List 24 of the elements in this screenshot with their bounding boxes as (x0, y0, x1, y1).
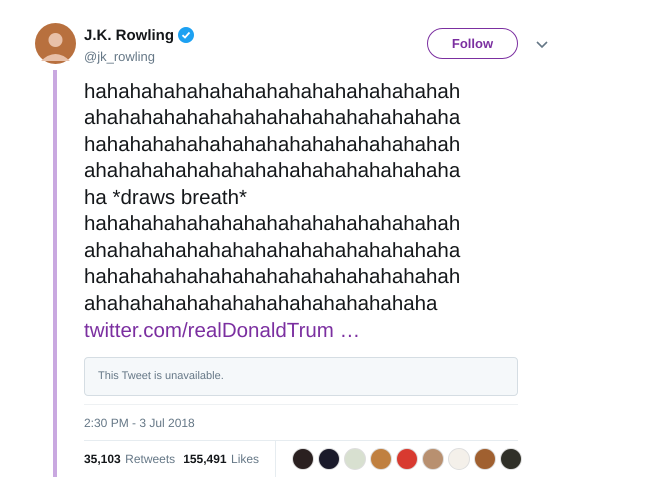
tweet-text-line: ahahahahahahahahahahahahahahahaha (84, 238, 460, 262)
tweet-text-line: ahahahahahahahahahahahahahahahaha (84, 159, 460, 182)
stat-count[interactable]: 155,491 (183, 452, 227, 466)
tweet-link[interactable]: twitter.com/realDonaldTrum … (84, 319, 360, 342)
stat-label[interactable]: Retweets (125, 452, 176, 466)
tweet-text-line: hahahahahahahahahahahahahahahahah (84, 132, 460, 156)
liker-avatar[interactable] (500, 448, 522, 470)
tweet-text-line: hahahahahahahahahahahahahahahahah (84, 212, 460, 235)
tweet-text-line: ha *draws breath* (84, 186, 247, 208)
chevron-icon[interactable] (536, 41, 548, 49)
author-name[interactable]: J.K. Rowling (84, 26, 174, 46)
tweet-text-line: hahahahahahahahahahahahahahahahah (84, 265, 460, 288)
follow-button[interactable]: Follow (427, 28, 518, 59)
liker-avatar[interactable] (318, 448, 340, 470)
author-handle[interactable]: @jk_rowling (84, 47, 427, 66)
timestamp[interactable]: 2:30 PM - 3 Jul 2018 (84, 416, 195, 430)
stat-count[interactable]: 35,103 (84, 452, 121, 466)
tweet-text-line: ahahahahahahahahahahahahahahahaha (84, 106, 460, 129)
tweet-text-line: ahahahahahahahahahahahahahahaha (84, 292, 438, 314)
unavailable-tweet-notice: This Tweet is unavailable. (84, 357, 518, 396)
tweet-text-line: hahahahahahahahahahahahahahahahah (84, 80, 460, 102)
avatar[interactable] (34, 23, 76, 64)
liker-avatar[interactable] (292, 448, 314, 470)
stat-label[interactable]: Likes (231, 452, 260, 466)
